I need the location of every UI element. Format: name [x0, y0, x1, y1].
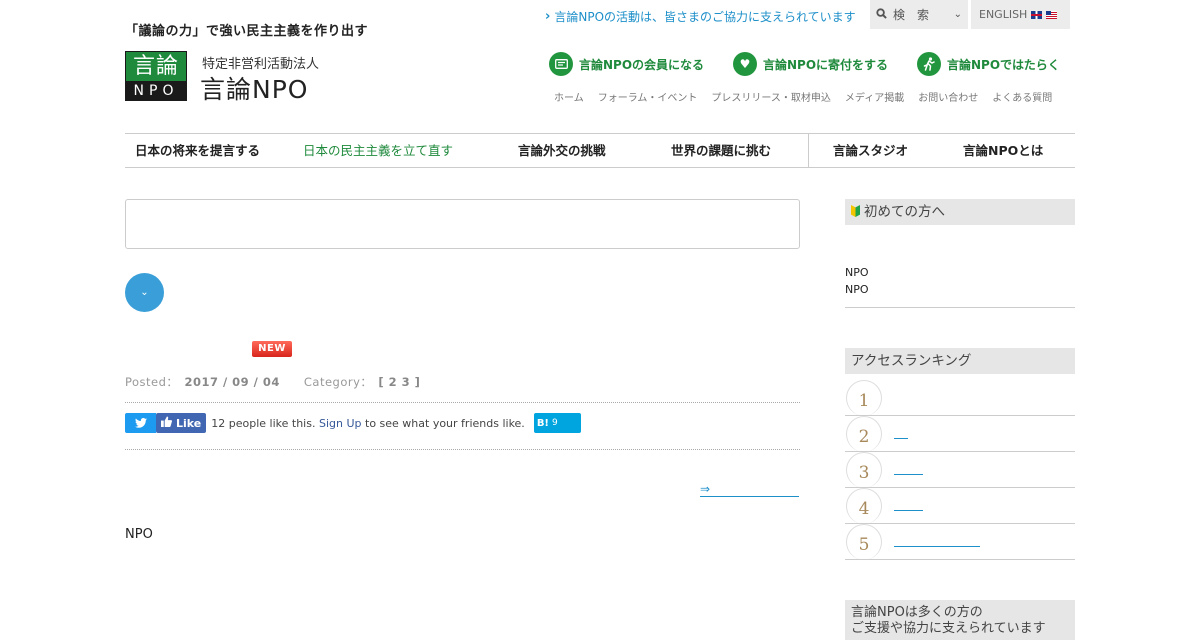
donate-label: 言論NPOに寄付をする	[763, 57, 889, 72]
chevron-down-icon: ⌄	[140, 287, 149, 298]
ranking-number: 1	[846, 380, 882, 416]
heart-icon: ♥	[733, 52, 757, 76]
related-link[interactable]: ⇒	[700, 483, 799, 497]
uk-flag-icon	[1031, 10, 1043, 19]
become-member-label: 言論NPOの会員になる	[579, 57, 705, 72]
twitter-share-button[interactable]	[125, 413, 156, 433]
post-meta: Posted： 2017 / 09 / 04 Category： [ 2 3 ]	[125, 374, 444, 390]
ranking-item[interactable]: 5	[845, 524, 1075, 560]
beginner-title: 初めての方へ	[864, 204, 945, 220]
chevron-down-icon: ⌄	[953, 9, 962, 20]
expand-button[interactable]: ⌄	[125, 273, 164, 312]
posted-label: Posted：	[125, 375, 179, 389]
beginner-section-title[interactable]: 初めての方へ	[845, 199, 1075, 225]
facebook-like-button[interactable]: Like	[156, 413, 207, 433]
org-name[interactable]: 言論NPO	[200, 70, 308, 106]
us-flag-icon	[1046, 10, 1058, 19]
nav-rebuild-democracy[interactable]: 日本の民主主義を立て直す	[303, 134, 453, 167]
english-label: ENGLISH	[979, 8, 1028, 21]
ranking-item[interactable]: 3	[845, 452, 1075, 488]
search-label: 検 索	[893, 8, 930, 22]
utility-nav: ホーム フォーラム・イベント プレスリリース・取材申込 メディア掲載 お問い合わ…	[554, 89, 1052, 104]
divider-bottom	[125, 449, 800, 450]
facebook-like-count: 12 people like this.	[211, 416, 316, 430]
subnav-contact[interactable]: お問い合わせ	[918, 89, 978, 104]
ranking-item[interactable]: 4	[845, 488, 1075, 524]
hatena-bookmark-icon: B!	[536, 417, 549, 429]
beginner-line-1: NPO	[845, 266, 869, 279]
facebook-like-text: 12 people like this. Sign Up to see what…	[211, 417, 525, 430]
category-label: Category：	[303, 375, 373, 389]
nav-global-issues[interactable]: 世界の課題に挑む	[671, 134, 771, 167]
become-member-button[interactable]: 言論NPOの会員になる	[549, 52, 704, 76]
ranking-section-title: アクセスランキング	[845, 348, 1075, 374]
ranking-number: 5	[846, 524, 882, 560]
support-banner-line-2: ご支援や協力に支えられています	[851, 621, 1046, 636]
ranking-item[interactable]: 1	[845, 380, 1075, 416]
chevron-right-icon: ›	[545, 9, 551, 24]
ranking-number: 3	[846, 452, 882, 488]
subnav-media[interactable]: メディア掲載	[845, 89, 904, 104]
twitter-icon	[134, 418, 147, 428]
social-buttons: Like 12 people like this. Sign Up to see…	[125, 413, 581, 433]
facebook-signup-link[interactable]: Sign Up	[319, 417, 362, 430]
nav-propose-future[interactable]: 日本の将来を提言する	[135, 134, 260, 167]
subnav-forum-events[interactable]: フォーラム・イベント	[598, 89, 698, 104]
facebook-like-label: Like	[176, 416, 202, 430]
nav-divider	[808, 134, 809, 167]
search-dropdown[interactable]: 検 索 ⌄	[870, 0, 968, 29]
ranking-link[interactable]	[894, 510, 923, 511]
subnav-faq[interactable]: よくある質問	[992, 89, 1052, 104]
subnav-press-release[interactable]: プレスリリース・取材申込	[711, 89, 831, 104]
divider-top	[125, 402, 800, 403]
support-link[interactable]: › 言論NPOの活動は、皆さまのご協力に支えられています	[545, 8, 856, 25]
work-with-us-label: 言論NPOではたらく	[947, 57, 1060, 72]
support-banner-line-1: 言論NPOは多くの方の	[851, 605, 983, 620]
category-value[interactable]: [ 2 3 ]	[378, 375, 420, 389]
ranking-number: 2	[846, 416, 882, 452]
logo-top-text: 言論	[126, 52, 186, 81]
ranking-link[interactable]	[894, 438, 908, 439]
site-logo[interactable]: 言論 NPO	[125, 51, 187, 101]
ranking-link[interactable]	[894, 474, 923, 475]
article-title-box	[125, 199, 800, 249]
english-link[interactable]: ENGLISH	[971, 0, 1070, 29]
hatena-bookmark-button[interactable]: B! 9	[533, 413, 581, 433]
sidebar-divider	[845, 307, 1075, 308]
hatena-bookmark-count: 9	[552, 418, 558, 428]
nav-about[interactable]: 言論NPOとは	[963, 134, 1043, 167]
thumbs-up-icon	[161, 416, 172, 430]
new-badge: NEW	[252, 341, 292, 357]
work-with-us-button[interactable]: 言論NPOではたらく	[917, 52, 1060, 76]
ranking-item[interactable]: 2	[845, 416, 1075, 452]
ranking-link[interactable]	[894, 546, 980, 547]
subnav-home[interactable]: ホーム	[554, 89, 584, 104]
support-banner[interactable]: 言論NPOは多くの方の ご支援や協力に支えられています	[845, 600, 1075, 640]
runner-icon	[917, 52, 941, 76]
nav-studio[interactable]: 言論スタジオ	[833, 134, 908, 167]
site-tagline: 「議論の力」で強い民主主義を作り出す	[125, 24, 369, 39]
donate-button[interactable]: ♥ 言論NPOに寄付をする	[733, 52, 888, 76]
facebook-like-suffix: to see what your friends like.	[365, 416, 525, 430]
main-nav: 日本の将来を提言する 日本の民主主義を立て直す 言論外交の挑戦 世界の課題に挑む…	[125, 133, 1075, 168]
beginner-mark-icon	[851, 205, 860, 217]
ranking-number: 4	[846, 488, 882, 524]
support-link-label: 言論NPOの活動は、皆さまのご協力に支えられています	[554, 10, 856, 24]
search-icon	[876, 7, 887, 22]
logo-bottom-text: NPO	[133, 83, 179, 99]
posted-date: 2017 / 09 / 04	[184, 375, 280, 389]
nav-public-diplomacy[interactable]: 言論外交の挑戦	[518, 134, 606, 167]
beginner-line-2: NPO	[845, 283, 869, 296]
member-card-icon	[549, 52, 573, 76]
article-body: NPO	[125, 527, 153, 542]
